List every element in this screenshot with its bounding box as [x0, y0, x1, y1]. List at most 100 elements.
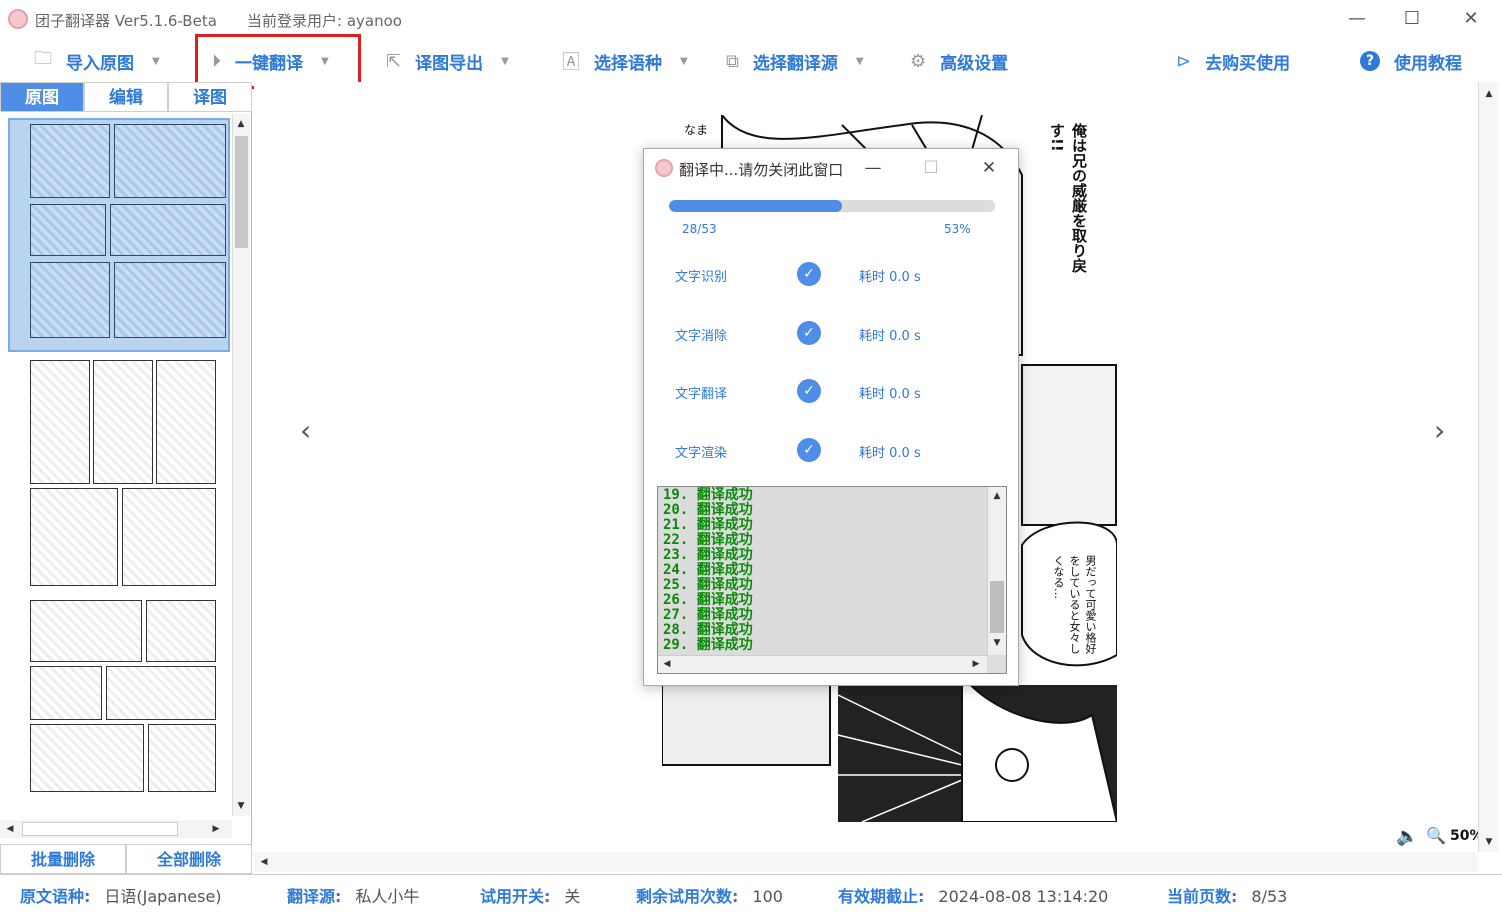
manga-caption-small: なま — [684, 123, 709, 137]
scroll-left-icon[interactable]: ◀ — [256, 854, 272, 870]
thumbnail-vertical-scrollbar[interactable]: ▲ ▼ — [232, 114, 250, 816]
scroll-left-icon[interactable]: ◀ — [2, 821, 18, 837]
step-ocr-label: 文字识别 — [675, 270, 728, 285]
dialog-title: 翻译中...请勿关闭此窗口 — [679, 161, 844, 179]
log-line: 22. 翻译成功 — [663, 532, 753, 548]
export-icon: ⇱ — [386, 50, 402, 72]
select-language-button[interactable]: 🄰 选择语种 ▼ — [562, 40, 688, 82]
advanced-settings-label: 高级设置 — [940, 53, 1009, 74]
manga-caption-bubble: 男だって可愛い格好をしていると女々しくなる… — [1052, 555, 1097, 654]
tutorial-button[interactable]: ? 使用教程 — [1360, 40, 1462, 82]
translation-log[interactable]: 19. 翻译成功 20. 翻译成功 21. 翻译成功 22. 翻译成功 23. … — [657, 486, 1007, 674]
status-key: 有效期截止: — [838, 887, 925, 906]
scroll-up-icon[interactable]: ▲ — [989, 488, 1005, 504]
status-trial-switch: 试用开关: 关 — [480, 883, 580, 907]
thumbnail-page[interactable] — [8, 118, 230, 352]
log-line: 28. 翻译成功 — [663, 622, 753, 638]
tutorial-label: 使用教程 — [1394, 53, 1462, 74]
scroll-down-icon[interactable]: ▼ — [1481, 834, 1497, 850]
app-title: 团子翻译器 Ver5.1.6-Beta — [35, 12, 217, 30]
status-key: 翻译源: — [287, 887, 342, 906]
status-current-page: 当前页数: 8/53 — [1167, 883, 1287, 907]
thumbnail-list — [0, 114, 232, 816]
log-line: 23. 翻译成功 — [663, 547, 753, 563]
select-source-label: 选择翻译源 — [752, 53, 838, 74]
log-line: 19. 翻译成功 — [663, 487, 753, 503]
delete-all-button[interactable]: 全部删除 — [126, 844, 252, 874]
check-icon: ✓ — [797, 438, 821, 462]
next-page-icon[interactable]: › — [1434, 414, 1445, 447]
step-erase-label: 文字消除 — [675, 329, 728, 344]
log-lines: 19. 翻译成功 20. 翻译成功 21. 翻译成功 22. 翻译成功 23. … — [663, 488, 983, 653]
dialog-minimize-button[interactable]: — — [860, 155, 886, 181]
scroll-right-icon[interactable]: ▶ — [208, 821, 224, 837]
viewer-vertical-scrollbar[interactable]: ▲ ▼ — [1478, 82, 1498, 852]
chevron-down-icon[interactable]: ▼ — [856, 56, 864, 67]
thumbnail-page[interactable] — [30, 600, 216, 812]
viewer-horizontal-scrollbar[interactable]: ◀ — [254, 852, 1478, 872]
step-render-label: 文字渲染 — [675, 446, 728, 461]
dialog-close-button[interactable]: ✕ — [976, 155, 1002, 181]
chevron-down-icon[interactable]: ▼ — [680, 56, 688, 67]
minimize-button[interactable]: — — [1342, 6, 1372, 32]
manga-caption-top: 俺は兄の威厳を取り戻す!! — [1048, 123, 1088, 273]
scroll-up-icon[interactable]: ▲ — [233, 116, 249, 132]
log-vertical-scrollbar[interactable]: ▲ ▼ — [987, 487, 1006, 655]
scroll-up-icon[interactable]: ▲ — [1481, 86, 1497, 102]
status-value: 关 — [564, 887, 581, 906]
select-language-label: 选择语种 — [594, 53, 662, 74]
scroll-left-icon[interactable]: ◀ — [659, 656, 675, 672]
scroll-thumb[interactable] — [990, 581, 1004, 633]
progress-bar — [669, 200, 995, 212]
chevron-down-icon[interactable]: ▼ — [152, 56, 160, 67]
current-user-label: 当前登录用户: ayanoo — [247, 12, 402, 30]
check-icon: ✓ — [797, 262, 821, 286]
tab-original[interactable]: 原图 — [0, 82, 84, 112]
dialog-maximize-button[interactable]: ☐ — [918, 155, 944, 181]
maximize-button[interactable]: ☐ — [1397, 6, 1427, 32]
gear-icon: ⚙ — [910, 50, 927, 72]
import-image-button[interactable]: 🗀 导入原图 ▼ — [34, 40, 160, 82]
status-key: 试用开关: — [480, 887, 551, 906]
status-bar: 原文语种: 日语(Japanese) 翻译源: 私人小牛 试用开关: 关 剩余试用次数… — [0, 874, 1502, 914]
scroll-thumb[interactable] — [22, 822, 178, 836]
prev-page-icon[interactable]: ‹ — [300, 414, 311, 447]
log-line: 27. 翻译成功 — [663, 607, 753, 623]
tab-translated[interactable]: 译图 — [168, 82, 252, 112]
status-value: 100 — [752, 887, 783, 906]
close-button[interactable]: ✕ — [1456, 6, 1486, 32]
highlight-annotation — [195, 34, 361, 89]
advanced-settings-button[interactable]: ⚙ 高级设置 — [910, 40, 1008, 82]
status-source-language: 原文语种: 日语(Japanese) — [20, 883, 222, 907]
app-logo-icon — [8, 9, 28, 29]
scroll-thumb[interactable] — [235, 136, 248, 248]
status-value: 2024-08-08 13:14:20 — [938, 887, 1109, 906]
log-line: 24. 翻译成功 — [663, 562, 753, 578]
folder-icon: 🗀 — [34, 48, 52, 69]
export-translated-label: 译图导出 — [415, 53, 484, 74]
zoom-icon[interactable]: 🔍 — [1426, 826, 1446, 845]
chevron-down-icon[interactable]: ▼ — [501, 56, 509, 67]
scroll-down-icon[interactable]: ▼ — [233, 798, 249, 814]
volume-icon[interactable]: 🔈 — [1396, 826, 1418, 847]
left-panel: 原图 编辑 译图 ▲ ▼ ◀ ▶ 批量删除 全部删除 — [0, 82, 252, 874]
thumbnail-horizontal-scrollbar[interactable]: ◀ ▶ — [0, 820, 232, 838]
log-horizontal-scrollbar[interactable]: ◀ ▶ — [658, 655, 987, 673]
view-tabs: 原图 编辑 译图 — [0, 82, 252, 112]
buy-label: 去购买使用 — [1205, 53, 1291, 74]
scroll-right-icon[interactable]: ▶ — [968, 656, 984, 672]
arrow-circle-icon: ⊳ — [1176, 50, 1192, 72]
log-line: 20. 翻译成功 — [663, 502, 753, 518]
select-source-button[interactable]: ⧉ 选择翻译源 ▼ — [726, 40, 864, 82]
scroll-down-icon[interactable]: ▼ — [989, 635, 1005, 651]
language-icon: 🄰 — [562, 52, 580, 73]
progress-percent: 53% — [944, 222, 971, 236]
tab-edit[interactable]: 编辑 — [84, 82, 168, 112]
thumbnail-page[interactable] — [30, 360, 216, 586]
translation-progress-dialog: 翻译中...请勿关闭此窗口 — ☐ ✕ 28/53 53% 文字识别 ✓ 耗时 … — [643, 148, 1019, 686]
batch-delete-button[interactable]: 批量删除 — [0, 844, 126, 874]
scrollbar-corner — [987, 655, 1006, 673]
help-icon: ? — [1360, 51, 1380, 71]
export-translated-button[interactable]: ⇱ 译图导出 ▼ — [386, 40, 509, 82]
buy-button[interactable]: ⊳ 去购买使用 — [1176, 40, 1290, 82]
